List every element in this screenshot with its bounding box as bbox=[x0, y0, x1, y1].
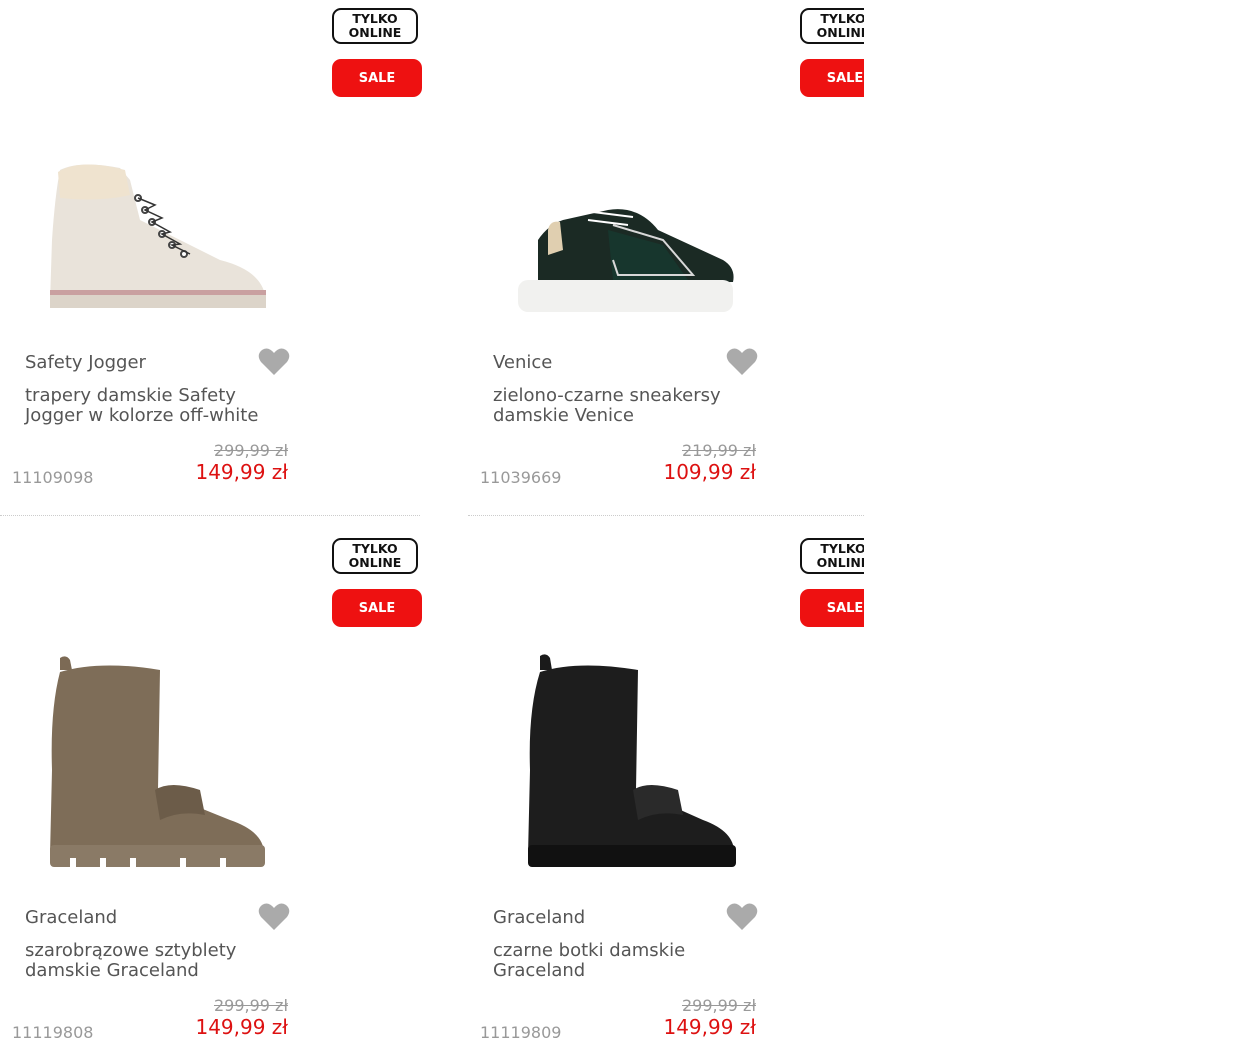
product-title[interactable]: szarobrązowe sztyblety damskie Graceland bbox=[25, 941, 290, 981]
divider bbox=[468, 515, 864, 516]
badge-line: ONLINE bbox=[816, 25, 864, 40]
sale-badge: SALE bbox=[332, 59, 422, 97]
product-brand[interactable]: Graceland bbox=[493, 907, 585, 928]
product-image[interactable] bbox=[20, 650, 280, 890]
product-sku: 11039669 bbox=[480, 468, 562, 487]
sale-price: 109,99 zł bbox=[663, 460, 756, 484]
sale-badge: SALE bbox=[332, 589, 422, 627]
heart-icon[interactable] bbox=[726, 347, 758, 377]
product-sku: 11119808 bbox=[12, 1023, 94, 1042]
badge-line: ONLINE bbox=[348, 25, 402, 40]
old-price: 219,99 zł bbox=[681, 441, 756, 460]
sale-badge: SALE bbox=[800, 589, 864, 627]
black-green-sneaker-image bbox=[518, 209, 734, 312]
divider bbox=[0, 515, 420, 516]
taupe-chelsea-boot-image bbox=[50, 656, 265, 868]
badge-line: TYLKO bbox=[820, 541, 864, 556]
product-title[interactable]: zielono-czarne sneakersy damskie Venice bbox=[493, 386, 758, 426]
sale-price: 149,99 zł bbox=[195, 1015, 288, 1039]
old-price: 299,99 zł bbox=[681, 996, 756, 1015]
product-title[interactable]: trapery damskie Safety Jogger w kolorze … bbox=[25, 386, 290, 426]
heart-icon[interactable] bbox=[258, 902, 290, 932]
product-card[interactable]: TYLKO ONLINE SALE Graceland czarne botki… bbox=[468, 530, 864, 1059]
product-brand[interactable]: Venice bbox=[493, 352, 552, 373]
sale-price: 149,99 zł bbox=[195, 460, 288, 484]
badge-line: TYLKO bbox=[352, 11, 398, 26]
badge-line: TYLKO bbox=[352, 541, 398, 556]
old-price: 299,99 zł bbox=[213, 441, 288, 460]
product-brand[interactable]: Graceland bbox=[25, 907, 117, 928]
badge-line: ONLINE bbox=[348, 555, 402, 570]
product-sku: 11119809 bbox=[480, 1023, 562, 1042]
product-title[interactable]: czarne botki damskie Graceland bbox=[493, 941, 758, 981]
product-image[interactable] bbox=[488, 150, 748, 330]
badge-line: ONLINE bbox=[816, 555, 864, 570]
product-sku: 11109098 bbox=[12, 468, 94, 487]
heart-icon[interactable] bbox=[726, 902, 758, 932]
old-price: 299,99 zł bbox=[213, 996, 288, 1015]
online-only-badge: TYLKO ONLINE bbox=[332, 8, 418, 44]
product-grid: TYLKO ONLINE SALE Safety Jogger trapery … bbox=[0, 0, 864, 1059]
online-only-badge: TYLKO ONLINE bbox=[800, 8, 864, 44]
product-brand[interactable]: Safety Jogger bbox=[25, 352, 146, 373]
product-card[interactable]: TYLKO ONLINE SALE Safety Jogger trapery … bbox=[0, 0, 422, 530]
product-card[interactable]: TYLKO ONLINE SALE Graceland szarobrązowe… bbox=[0, 530, 422, 1059]
off-white-hiking-boot-image bbox=[50, 164, 266, 308]
product-image[interactable] bbox=[488, 650, 748, 890]
online-only-badge: TYLKO ONLINE bbox=[332, 538, 418, 574]
sale-badge: SALE bbox=[800, 59, 864, 97]
heart-icon[interactable] bbox=[258, 347, 290, 377]
black-chelsea-boot-image bbox=[528, 654, 736, 867]
product-image[interactable] bbox=[20, 150, 280, 330]
product-card[interactable]: TYLKO ONLINE SALE Venice zielono-czarne … bbox=[468, 0, 864, 530]
sale-price: 149,99 zł bbox=[663, 1015, 756, 1039]
badge-line: TYLKO bbox=[820, 11, 864, 26]
online-only-badge: TYLKO ONLINE bbox=[800, 538, 864, 574]
